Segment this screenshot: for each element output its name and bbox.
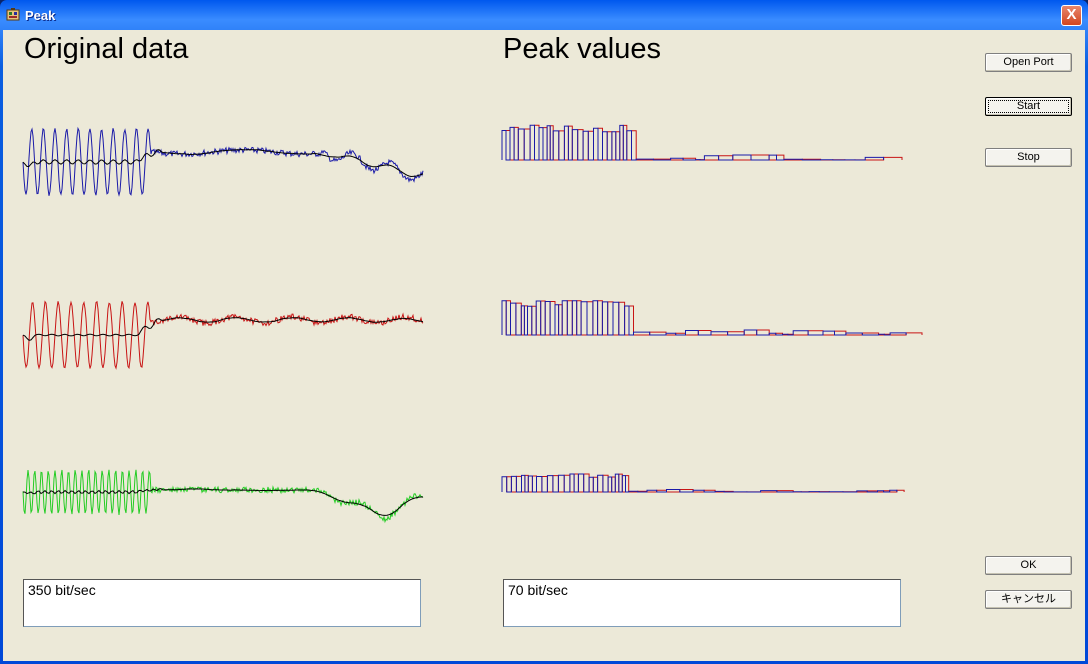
stop-button[interactable]: Stop — [985, 148, 1072, 167]
start-button[interactable]: Start — [985, 97, 1072, 116]
original-rate-textbox[interactable]: 350 bit/sec — [23, 579, 421, 627]
peak-high-trace — [501, 300, 907, 336]
signal-trace — [22, 300, 424, 370]
original-plot-channel-2 — [22, 300, 424, 370]
client-area: Original data Peak values Open Port Star… — [3, 30, 1085, 661]
focus-ring — [988, 100, 1069, 113]
original-rate-text: 350 bit/sec — [28, 582, 96, 598]
ok-button[interactable]: OK — [985, 556, 1072, 575]
close-button[interactable]: X — [1061, 5, 1082, 26]
peak-high-trace — [501, 473, 898, 493]
close-icon: X — [1066, 6, 1077, 23]
peak-rate-textbox[interactable]: 70 bit/sec — [503, 579, 901, 627]
original-plot-channel-1 — [22, 126, 424, 197]
peak-plot-channel-1 — [501, 124, 903, 161]
original-plot-channel-3 — [22, 469, 424, 524]
smoothed-trace — [22, 148, 424, 178]
peak-low-trace — [506, 473, 905, 493]
title-bar[interactable]: Peak X — [0, 0, 1088, 30]
peak-plot-channel-3 — [501, 473, 905, 493]
cancel-button[interactable]: キャンセル — [985, 590, 1072, 609]
peak-plot-channel-2 — [501, 300, 923, 336]
peak-low-trace — [505, 124, 903, 161]
window-title: Peak — [25, 8, 56, 23]
app-window: Peak X Original data Peak values Open Po… — [0, 0, 1088, 664]
open-port-button[interactable]: Open Port — [985, 53, 1072, 72]
app-icon — [6, 8, 20, 21]
peak-values-heading: Peak values — [503, 33, 661, 65]
peak-rate-text: 70 bit/sec — [508, 582, 568, 598]
peak-low-trace — [505, 300, 923, 336]
original-data-heading: Original data — [24, 33, 189, 65]
smoothed-trace — [22, 488, 423, 516]
peak-high-trace — [501, 124, 885, 161]
signal-trace — [22, 469, 424, 524]
